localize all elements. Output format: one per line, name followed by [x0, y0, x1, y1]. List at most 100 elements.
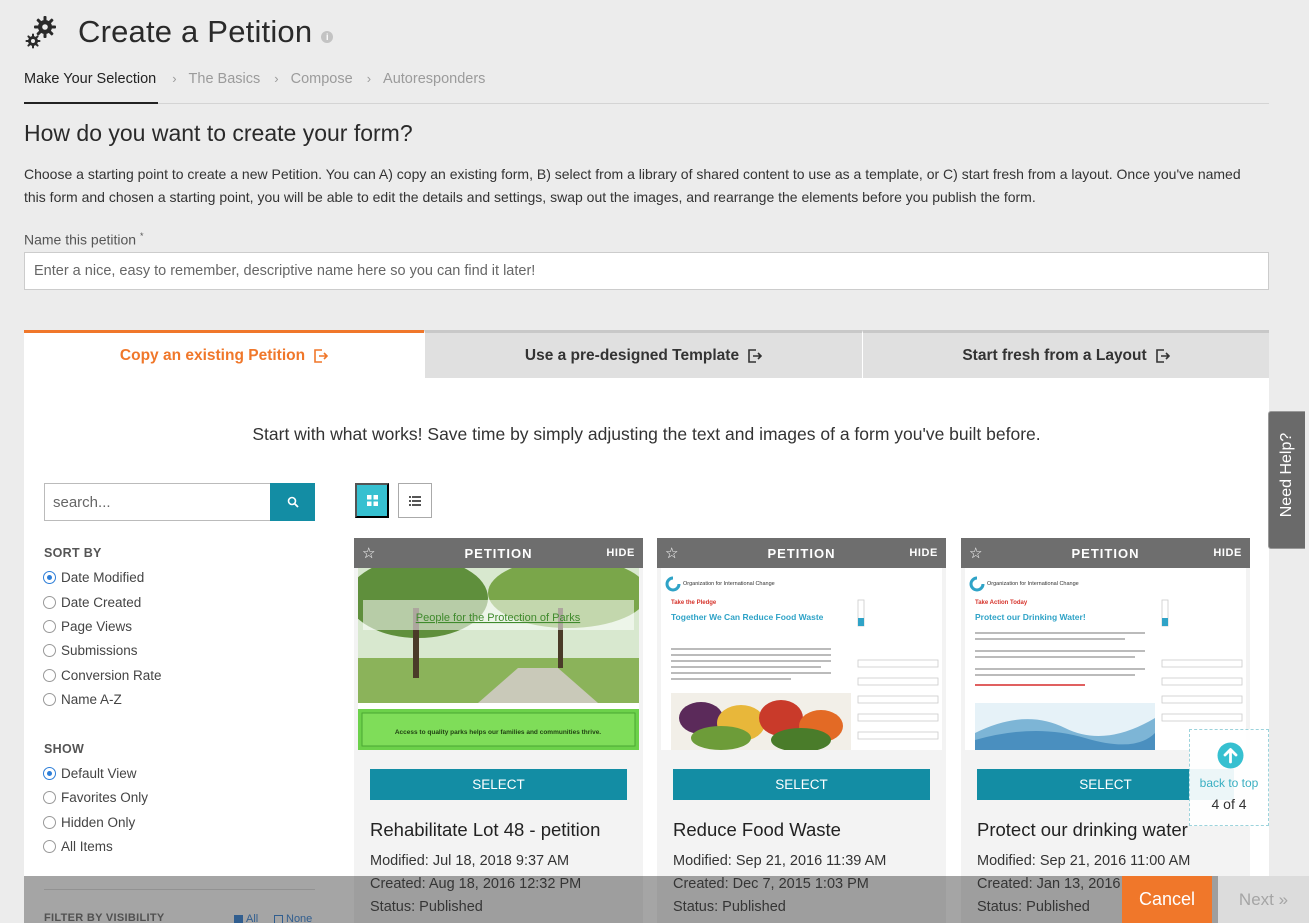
- tab-label: Copy an existing Petition: [119, 346, 306, 364]
- name-field-label: Name this petition *: [24, 231, 144, 248]
- card-header: ☆ PETITION HIDE: [961, 538, 1250, 568]
- radio-label: All Items: [61, 839, 113, 854]
- radio-label: Date Created: [61, 595, 142, 610]
- card-header: ☆ PETITION HIDE: [657, 538, 946, 568]
- sort-page-views[interactable]: Page Views: [43, 619, 132, 634]
- page-header: Create a Petition i: [24, 10, 334, 54]
- thumb-headline: Protect our Drinking Water!: [975, 612, 1086, 622]
- show-favorites-only[interactable]: Favorites Only: [43, 790, 148, 805]
- sort-submissions[interactable]: Submissions: [43, 643, 138, 658]
- thumb-caption: Access to quality parks helps our famili…: [395, 729, 601, 736]
- star-icon[interactable]: ☆: [362, 544, 375, 562]
- back-to-top[interactable]: back to top 4 of 4: [1189, 729, 1269, 826]
- card-header: ☆ PETITION HIDE: [354, 538, 643, 568]
- breadcrumb: Make Your Selection › The Basics › Compo…: [24, 68, 1269, 104]
- page-title: Create a Petition: [78, 14, 313, 49]
- section-question: How do you want to create your form?: [24, 120, 413, 146]
- radio-label: Page Views: [61, 619, 133, 634]
- hide-button[interactable]: HIDE: [1213, 547, 1242, 559]
- radio-selected[interactable]: [43, 767, 56, 780]
- radio[interactable]: [43, 596, 56, 609]
- thumb-org-name: Organization for International Change: [987, 581, 1079, 587]
- grid-view-button[interactable]: [355, 483, 389, 518]
- thumb-kicker: Take Action Today: [975, 600, 1028, 606]
- show-hidden-only[interactable]: Hidden Only: [43, 815, 135, 830]
- petition-name-input[interactable]: [24, 252, 1269, 290]
- radio[interactable]: [43, 669, 56, 682]
- thumb-org-name: People for the Protection of Parks: [416, 612, 581, 624]
- park-thumbnail-image: People for the Protection of Parks Acces…: [358, 568, 639, 750]
- card-modified: Modified: Sep 21, 2016 11:39 AM: [673, 853, 887, 869]
- card-type: PETITION: [464, 545, 533, 561]
- info-icon[interactable]: i: [321, 31, 334, 43]
- need-help-label: Need Help?: [1278, 432, 1295, 518]
- radio-label: Date Modified: [61, 570, 145, 585]
- radio-selected[interactable]: [43, 571, 56, 584]
- radio-label: Name A-Z: [61, 692, 122, 707]
- radio-label: Favorites Only: [61, 790, 149, 805]
- card-modified: Modified: Jul 18, 2018 9:37 AM: [370, 853, 570, 869]
- sort-name-az[interactable]: Name A-Z: [43, 692, 122, 707]
- footer-bar: [24, 876, 1309, 923]
- grid-icon: [366, 495, 378, 506]
- arrow-up-circle-icon: [1217, 742, 1244, 769]
- radio[interactable]: [43, 620, 56, 633]
- radio[interactable]: [43, 791, 56, 804]
- tab-start-from-layout[interactable]: Start fresh from a Layout: [862, 330, 1269, 378]
- breadcrumb-autoresponders[interactable]: Autoresponders: [383, 68, 485, 103]
- thumb-headline: Together We Can Reduce Food Waste: [671, 612, 824, 622]
- petition-card: ☆ PETITION HIDE People for the Protectio…: [354, 538, 643, 923]
- list-icon: [409, 495, 421, 506]
- panel-tagline: Start with what works! Save time by simp…: [252, 424, 1041, 444]
- need-help-tab[interactable]: Need Help?: [1268, 411, 1305, 549]
- breadcrumb-compose[interactable]: Compose: [291, 68, 353, 103]
- sort-date-modified[interactable]: Date Modified: [43, 570, 144, 585]
- cancel-button[interactable]: Cancel: [1122, 876, 1212, 923]
- creation-method-tabs: Copy an existing Petition Use a pre-desi…: [24, 330, 1269, 378]
- show-all-items[interactable]: All Items: [43, 839, 113, 854]
- tab-use-template[interactable]: Use a pre-designed Template: [424, 330, 862, 378]
- exit-icon: [748, 348, 763, 363]
- search-box: [44, 483, 315, 521]
- star-icon[interactable]: ☆: [665, 544, 678, 562]
- list-view-button[interactable]: [398, 483, 432, 518]
- tab-copy-existing[interactable]: Copy an existing Petition: [24, 330, 424, 378]
- gears-icon: [25, 16, 56, 49]
- sort-by-heading: SORT BY: [44, 546, 102, 560]
- breadcrumb-the-basics[interactable]: The Basics: [189, 68, 261, 103]
- card-title: Reduce Food Waste: [673, 819, 841, 840]
- sort-date-created[interactable]: Date Created: [43, 595, 141, 610]
- exit-icon: [1155, 348, 1170, 363]
- card-title: Rehabilitate Lot 48 - petition: [370, 819, 601, 840]
- card-type: PETITION: [1071, 545, 1140, 561]
- card-title: Protect our drinking water: [977, 819, 1188, 840]
- radio[interactable]: [43, 816, 56, 829]
- star-icon[interactable]: ☆: [969, 544, 982, 562]
- show-heading: SHOW: [44, 742, 85, 756]
- section-description: Choose a starting point to create a new …: [24, 166, 1241, 205]
- chevron-right-icon: ›: [172, 71, 177, 86]
- radio-label: Conversion Rate: [61, 668, 162, 683]
- hide-button[interactable]: HIDE: [909, 547, 938, 559]
- show-default-view[interactable]: Default View: [43, 766, 137, 781]
- required-mark: *: [139, 231, 144, 241]
- select-button[interactable]: SELECT: [370, 769, 627, 800]
- radio-label: Default View: [61, 766, 137, 781]
- sort-conversion-rate[interactable]: Conversion Rate: [43, 668, 162, 683]
- next-button[interactable]: Next »: [1218, 876, 1309, 923]
- search-button[interactable]: [270, 483, 315, 521]
- food-waste-thumbnail-image: Organization for International Change Ta…: [661, 568, 942, 750]
- card-thumbnail[interactable]: Organization for International Change Ta…: [965, 568, 1246, 750]
- breadcrumb-make-your-selection[interactable]: Make Your Selection: [24, 68, 159, 104]
- radio[interactable]: [43, 693, 56, 706]
- hide-button[interactable]: HIDE: [606, 547, 635, 559]
- radio-label: Submissions: [61, 643, 138, 658]
- card-thumbnail[interactable]: People for the Protection of Parks Acces…: [358, 568, 639, 750]
- card-thumbnail[interactable]: Organization for International Change Ta…: [661, 568, 942, 750]
- radio[interactable]: [43, 644, 56, 657]
- radio[interactable]: [43, 840, 56, 853]
- petition-card: ☆ PETITION HIDE Organization for Interna…: [657, 538, 946, 923]
- search-input[interactable]: [44, 483, 270, 521]
- chevron-right-icon: ›: [274, 71, 279, 86]
- select-button[interactable]: SELECT: [673, 769, 930, 800]
